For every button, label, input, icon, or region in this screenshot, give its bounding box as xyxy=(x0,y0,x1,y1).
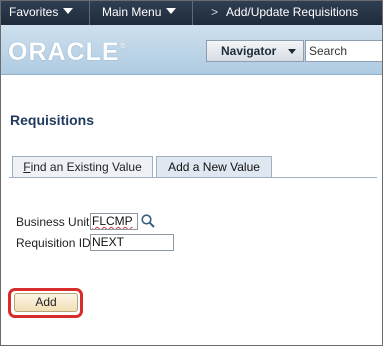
oracle-header: ORACLE® Navigator Search xyxy=(1,25,382,75)
business-unit-label: Business Unit xyxy=(16,215,90,229)
navigator-caret-icon xyxy=(288,49,296,54)
add-button[interactable]: Add xyxy=(14,293,78,312)
search-input[interactable]: Search xyxy=(305,40,382,62)
tab-divider xyxy=(9,177,377,178)
requisition-id-label: Requisition ID xyxy=(16,236,91,250)
oracle-logo: ORACLE® xyxy=(8,38,127,67)
tab-add-new-value[interactable]: Add a New Value xyxy=(156,156,272,178)
tab-label: Add a New Value xyxy=(168,160,260,174)
navigator-button[interactable]: Navigator xyxy=(206,40,304,62)
page-frame: Favorites Main Menu > Add/Update Requisit… xyxy=(0,0,383,346)
favorites-menu[interactable]: Favorites xyxy=(9,1,74,25)
breadcrumb-current[interactable]: Add/Update Requisitions xyxy=(226,5,358,19)
tab-label: ind an Existing Value xyxy=(30,160,142,174)
breadcrumb: > Add/Update Requisitions xyxy=(211,1,358,25)
top-nav-bar: Favorites Main Menu > Add/Update Requisit… xyxy=(1,1,382,25)
favorites-label: Favorites xyxy=(9,5,59,19)
registered-mark: ® xyxy=(119,40,128,50)
main-menu-caret-icon xyxy=(166,8,177,14)
navigator-label: Navigator xyxy=(221,44,277,58)
nav-divider xyxy=(89,1,90,25)
main-menu[interactable]: Main Menu xyxy=(102,1,177,25)
search-input-text: Search xyxy=(309,44,348,58)
main-menu-label: Main Menu xyxy=(102,5,162,19)
breadcrumb-chevron-icon: > xyxy=(211,5,219,19)
business-unit-field[interactable]: FLCMP xyxy=(90,213,138,230)
business-unit-value: FLCMP xyxy=(92,214,133,228)
nav-divider xyxy=(192,1,193,25)
page-title: Requisitions xyxy=(10,112,95,128)
lookup-search-icon[interactable] xyxy=(140,213,156,229)
requisition-id-value: NEXT xyxy=(92,235,125,249)
requisition-id-field[interactable]: NEXT xyxy=(90,234,174,251)
favorites-caret-icon xyxy=(63,8,74,14)
tab-find-existing-value[interactable]: Find an Existing Value xyxy=(12,156,153,178)
tab-access-key: F xyxy=(23,160,31,174)
oracle-logo-text: ORACLE xyxy=(8,38,120,66)
